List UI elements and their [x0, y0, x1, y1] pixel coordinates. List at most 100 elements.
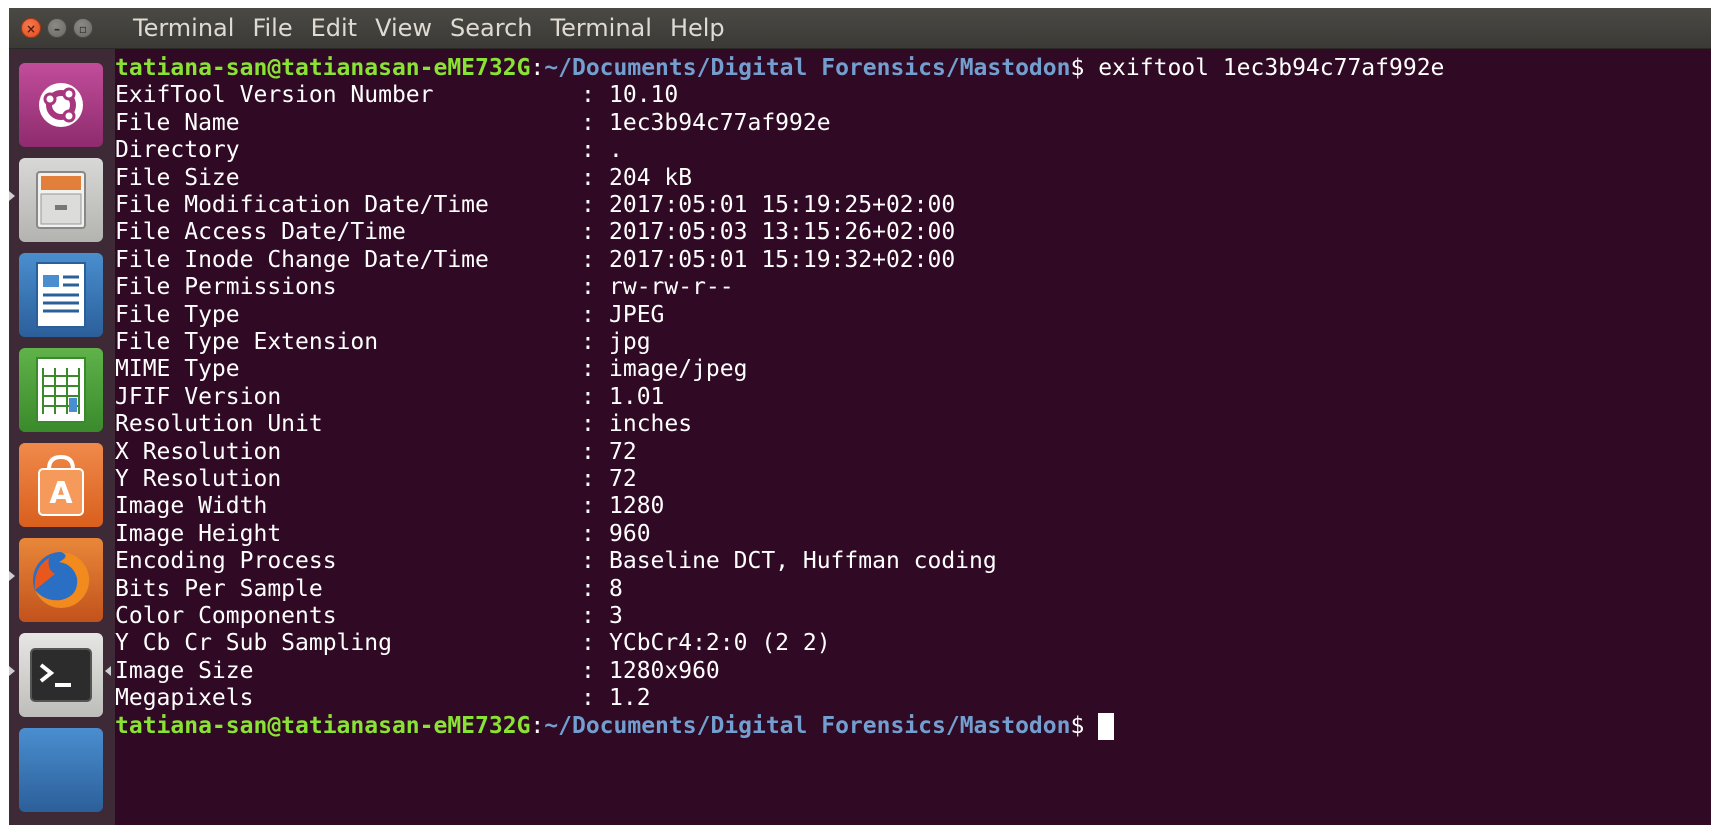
exif-value: 1280 [609, 493, 665, 520]
exif-row: File Size:204 kB [115, 165, 692, 192]
exif-row: Bits Per Sample:8 [115, 576, 623, 603]
exif-separator: : [581, 82, 595, 109]
exif-key: Image Height [115, 520, 282, 547]
app-menu: Terminal File Edit View Search Terminal … [133, 8, 743, 48]
writer-document-icon[interactable] [19, 253, 103, 337]
exif-separator: : [581, 164, 595, 191]
running-indicator [9, 666, 15, 676]
menu-help[interactable]: Help [670, 14, 725, 42]
close-window-button[interactable]: × [21, 18, 41, 38]
libreoffice-writer-icon [36, 262, 86, 328]
exif-value: image/jpeg [609, 356, 748, 383]
exif-row: Image Height:960 [115, 521, 651, 548]
exif-separator: : [581, 603, 595, 629]
prompt-user-host: tatiana-san@tatianasan-eME732G [115, 55, 531, 81]
menu-view[interactable]: View [375, 14, 432, 42]
prompt-symbol: $ [1070, 55, 1085, 81]
libreoffice-calc-icon [36, 357, 86, 423]
exif-row: Resolution Unit: inches [115, 411, 692, 438]
exif-key: Image Size [115, 657, 254, 684]
exif-row: File Inode Change Date/Time:2017:05:01 1… [115, 247, 955, 274]
prompt-line: tatiana-san@tatianasan-eME732G:~/Documen… [115, 712, 1115, 740]
unity-launcher: A [9, 49, 115, 825]
top-menu-bar: × – ▫ Terminal File Edit View Search Ter… [9, 8, 1711, 49]
menu-search[interactable]: Search [450, 14, 532, 42]
maximize-window-button[interactable]: ▫ [73, 18, 93, 38]
exif-key: ExifTool Version Number [115, 82, 434, 109]
exif-row: File Permissions: rw-rw-r-- [115, 274, 734, 301]
prompt-symbol: $ [1070, 712, 1085, 739]
exif-key: Bits Per Sample [115, 575, 323, 602]
exif-separator: : [581, 137, 595, 164]
exif-value: 2017:05:03 13:15:26+02:00 [609, 219, 956, 246]
menu-file[interactable]: File [252, 14, 292, 42]
menu-edit[interactable]: Edit [311, 14, 357, 42]
exif-row: Y Resolution:72 [115, 466, 637, 493]
exif-key: Y Cb Cr Sub Sampling [115, 630, 392, 657]
exif-key: Directory [115, 137, 240, 164]
exif-separator: : [581, 301, 595, 328]
terminal-icon[interactable] [19, 633, 103, 717]
exif-row: File Name:1ec3b94c77af992e [115, 110, 831, 137]
command-text: exiftool 1ec3b94c77af992e [1098, 55, 1445, 81]
exif-row: JFIF Version:1.01 [115, 384, 664, 411]
exif-separator: : [581, 548, 595, 575]
exif-row: Image Size:1280x960 [115, 658, 720, 685]
exif-row: Y Cb Cr Sub Sampling: YCbCr4:2:0 (2 2) [115, 630, 831, 657]
exif-value: jpg [609, 329, 651, 355]
exif-key: Image Width [115, 493, 268, 520]
focused-indicator [105, 666, 111, 676]
ubuntu-logo-icon [39, 83, 83, 127]
exif-separator: : [581, 192, 595, 218]
exif-separator: : [581, 109, 595, 136]
prompt-path: ~/Documents/Digital Forensics/Mastodon [544, 55, 1071, 81]
firefox-icon[interactable] [19, 538, 103, 622]
exif-key: File Modification Date/Time [115, 192, 489, 218]
exif-value: 1.2 [609, 685, 651, 712]
prompt-path: ~/Documents/Digital Forensics/Mastodon [544, 712, 1071, 739]
filing-cabinet-icon [36, 171, 86, 229]
exif-key: File Name [115, 109, 240, 136]
exif-value: 8 [609, 575, 623, 602]
exif-separator: : [581, 356, 595, 383]
exif-value: 2017:05:01 15:19:32+02:00 [609, 246, 956, 273]
exif-separator: : [581, 411, 595, 438]
menu-app-terminal[interactable]: Terminal [133, 14, 234, 42]
exif-row: Directory:. [115, 137, 623, 164]
exif-value: 960 [609, 520, 651, 547]
minimize-window-button[interactable]: – [47, 18, 67, 38]
exif-separator: : [581, 466, 595, 492]
exif-key: File Access Date/Time [115, 219, 406, 246]
running-indicator [9, 191, 15, 201]
partial-app-icon[interactable] [19, 728, 103, 812]
exif-value: 3 [609, 603, 623, 629]
calc-spreadsheet-icon[interactable] [19, 348, 103, 432]
exif-key: File Type [115, 301, 240, 328]
exif-separator: : [581, 219, 595, 246]
exif-separator: : [581, 493, 595, 520]
exif-value: inches [609, 411, 693, 438]
exif-row: ExifTool Version Number:10.10 [115, 82, 678, 109]
exif-value: 1.01 [609, 383, 665, 410]
firefox-globe-icon [33, 551, 90, 608]
exif-separator: : [581, 575, 595, 602]
terminal-output[interactable]: tatiana-san@tatianasan-eME732G:~/Documen… [115, 49, 1711, 825]
svg-text:A: A [49, 476, 73, 511]
file-cabinet-icon[interactable] [19, 158, 103, 242]
exif-row: MIME Type: image/jpeg [115, 356, 747, 383]
exif-key: MIME Type [115, 356, 240, 383]
terminal-prompt-icon [30, 648, 92, 702]
exif-value: 10.10 [609, 82, 679, 109]
exif-row: File Type: JPEG [115, 302, 664, 329]
exif-key: File Size [115, 164, 240, 191]
exif-row: Image Width:1280 [115, 493, 664, 520]
software-center-icon[interactable]: A [19, 443, 103, 527]
exif-value: 72 [609, 466, 637, 492]
exif-value: 1ec3b94c77af992e [609, 109, 831, 136]
menu-terminal[interactable]: Terminal [551, 14, 652, 42]
exif-row: Encoding Process: Baseline DCT, Huffman c… [115, 548, 997, 575]
ubuntu-dash-icon[interactable] [19, 63, 103, 147]
desktop-screen: × – ▫ Terminal File Edit View Search Ter… [9, 8, 1711, 825]
exif-separator: : [581, 274, 595, 301]
exif-key: File Inode Change Date/Time [115, 246, 489, 273]
